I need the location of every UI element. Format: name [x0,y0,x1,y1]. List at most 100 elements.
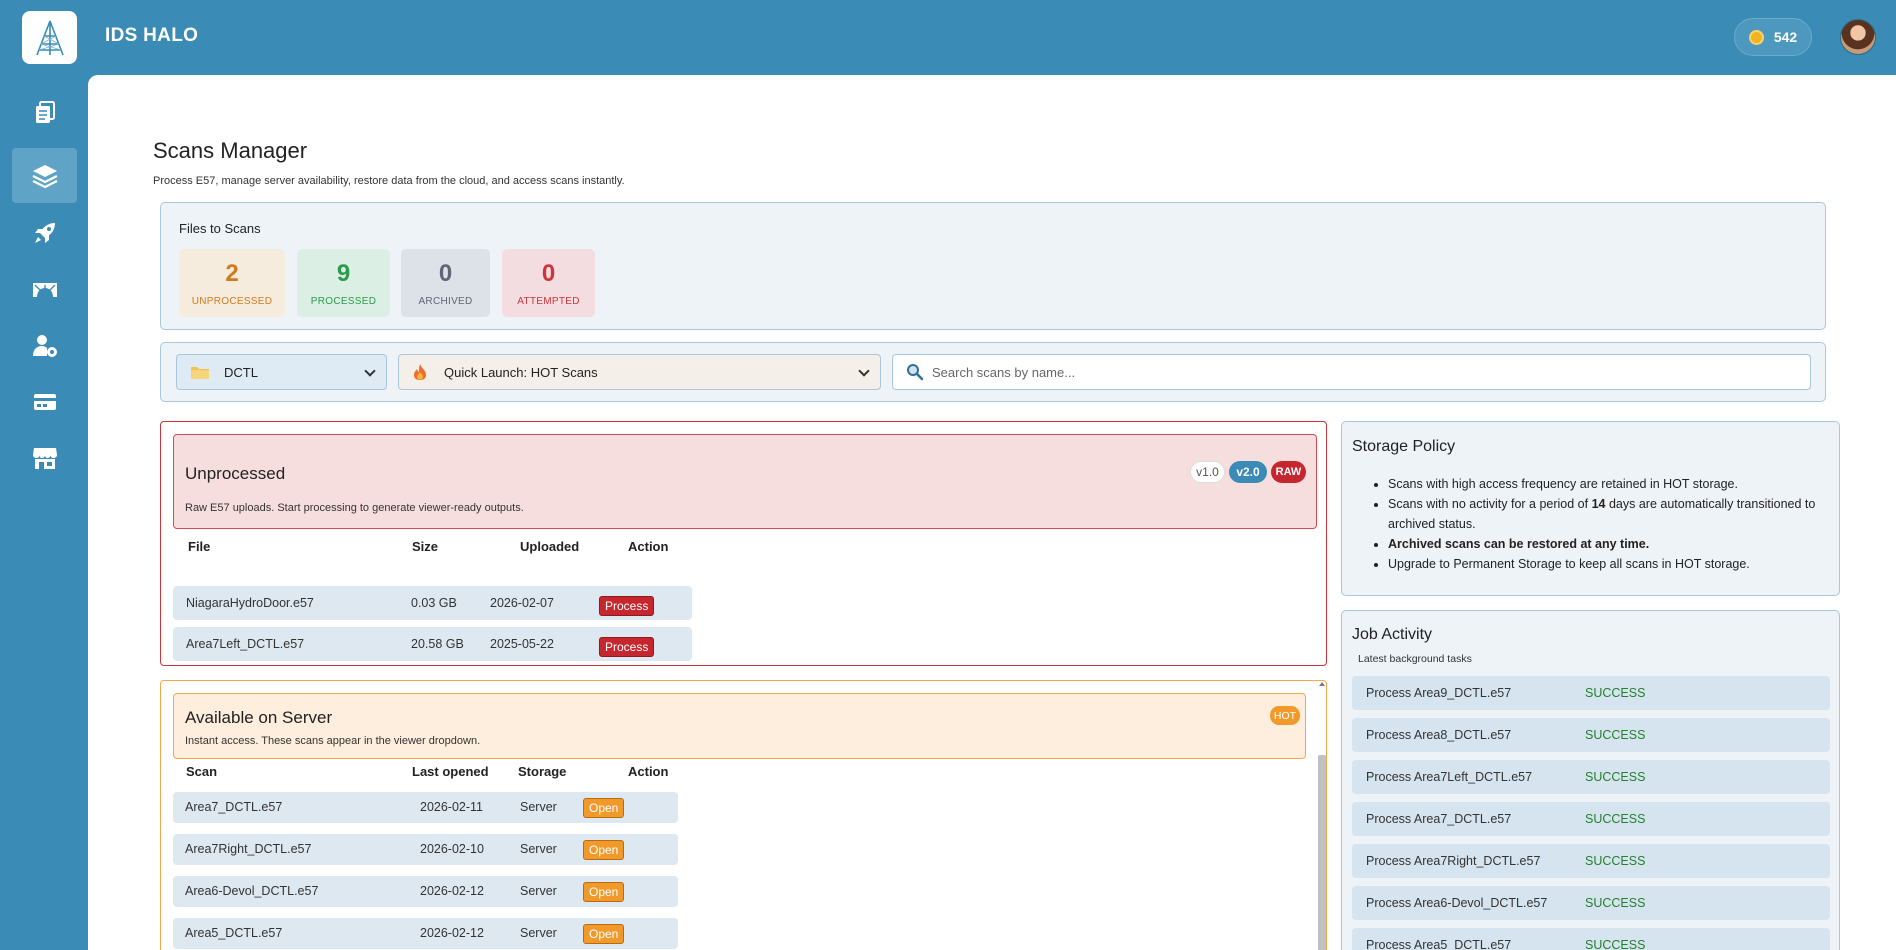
scan-name: Area6-Devol_DCTL.e57 [185,884,319,898]
bridge-icon [32,282,57,297]
job-name: Process Area5_DCTL.e57 [1366,938,1512,950]
unprocessed-header: Unprocessed Raw E57 uploads. Start proce… [173,434,1317,529]
column-header-scan: Scan [186,764,218,779]
policy-item: Scans with high access frequency are ret… [1388,474,1828,494]
job-name: Process Area8_DCTL.e57 [1366,728,1512,742]
stat-label: ARCHIVED [418,295,473,307]
scan-storage: Server [520,884,557,898]
filter-bar: DCTL Quick Launch: HOT Scans [160,342,1826,402]
documents-icon [35,100,55,123]
job-status: SUCCESS [1585,686,1646,700]
job-row: Process Area6-Devol_DCTL.e57 SUCCESS [1352,886,1830,920]
open-button[interactable]: Open [583,840,625,860]
job-row: Process Area8_DCTL.e57 SUCCESS [1352,718,1830,752]
rocket-icon [34,222,55,243]
storage-policy-title: Storage Policy [1352,438,1456,455]
chevron-down-icon [858,365,870,377]
chevron-down-icon [364,365,376,377]
user-settings-icon [32,334,57,357]
stat-label: UNPROCESSED [191,295,273,307]
job-status: SUCCESS [1585,812,1646,826]
column-header-action: Action [628,764,669,779]
stat-value: 2 [225,259,239,287]
stat-attempted[interactable]: 0 ATTEMPTED [502,249,595,317]
file-size: 20.58 GB [411,637,464,651]
job-row: Process Area7_DCTL.e57 SUCCESS [1352,802,1830,836]
stat-value: 0 [438,259,453,287]
scan-last-opened: 2026-02-12 [420,926,484,940]
table-row: NiagaraHydroDoor.e57 0.03 GB 2026-02-07 … [173,586,692,620]
unprocessed-section: Unprocessed Raw E57 uploads. Start proce… [160,421,1327,666]
sidebar-item-documents[interactable] [12,84,77,139]
table-row: Area7Right_DCTL.e57 2026-02-10 Server Op… [173,834,678,865]
job-name: Process Area7Right_DCTL.e57 [1366,854,1541,868]
search-input[interactable] [932,364,1792,380]
column-header-action: Action [628,539,669,554]
fire-icon [414,364,426,380]
policy-item: Archived scans can be restored at any ti… [1388,534,1828,554]
stat-archived[interactable]: 0 ARCHIVED [401,249,490,317]
job-row: Process Area9_DCTL.e57 SUCCESS [1352,676,1830,710]
job-name: Process Area6-Devol_DCTL.e57 [1366,896,1548,910]
job-activity-card: Job Activity Latest background tasks Pro… [1341,610,1840,950]
folder-select-value: DCTL [224,364,258,380]
available-header: Available on Server Instant access. Thes… [173,693,1306,759]
job-status: SUCCESS [1585,938,1646,950]
job-name: Process Area7Left_DCTL.e57 [1366,770,1533,784]
stat-label: PROCESSED [310,295,377,307]
column-header-size: Size [412,539,439,554]
top-bar: IDS HALO 542 [0,0,1896,75]
stat-processed[interactable]: 9 PROCESSED [297,249,390,317]
column-header-storage: Storage [518,764,567,779]
unprocessed-title: Unprocessed [185,464,286,483]
scroll-up-arrow-icon[interactable] [1319,682,1325,686]
scrollbar-thumb[interactable] [1318,755,1326,950]
version-badge-v2[interactable]: v2.0 [1229,461,1267,483]
sidebar-item-scans[interactable] [12,148,77,203]
open-button[interactable]: Open [583,798,625,818]
scan-name: Area5_DCTL.e57 [185,926,283,940]
file-uploaded: 2025-05-22 [490,637,554,651]
sidebar-item-launch[interactable] [12,205,77,260]
file-size: 0.03 GB [411,596,457,610]
job-activity-subtitle: Latest background tasks [1358,653,1472,665]
process-button[interactable]: Process [599,637,655,657]
job-row: Process Area7Left_DCTL.e57 SUCCESS [1352,760,1830,794]
scan-last-opened: 2026-02-11 [420,800,484,814]
job-name: Process Area7_DCTL.e57 [1366,812,1512,826]
version-badge-v1[interactable]: v1.0 [1190,461,1225,483]
user-avatar[interactable] [1840,19,1876,55]
table-row: Area7Left_DCTL.e57 20.58 GB 2025-05-22 P… [173,627,692,661]
credits-pill[interactable]: 542 [1734,18,1812,56]
sidebar-item-users[interactable] [12,318,77,373]
file-uploaded: 2026-02-07 [490,596,554,610]
job-row: Process Area5_DCTL.e57 SUCCESS [1352,928,1830,950]
layers-icon [32,164,57,188]
storage-policy-card: Storage Policy Scans with high access fr… [1341,421,1840,596]
store-icon [32,447,57,469]
open-button[interactable]: Open [583,882,625,902]
open-button[interactable]: Open [583,924,625,944]
credits-count: 542 [1773,29,1798,45]
hot-badge: HOT [1270,706,1300,725]
app-logo[interactable] [22,11,77,64]
job-row: Process Area7Right_DCTL.e57 SUCCESS [1352,844,1830,878]
sidebar-item-sites[interactable] [12,261,77,316]
table-row: Area7_DCTL.e57 2026-02-11 Server Open [173,792,678,823]
scan-storage: Server [520,842,557,856]
process-button[interactable]: Process [599,596,655,616]
sidebar-item-store[interactable] [12,430,77,485]
available-subtitle: Instant access. These scans appear in th… [185,735,481,747]
policy-item: Upgrade to Permanent Storage to keep all… [1388,554,1828,574]
stat-unprocessed[interactable]: 2 UNPROCESSED [179,249,285,317]
quick-launch-select[interactable]: Quick Launch: HOT Scans [398,354,881,390]
main-content: Scans Manager Process E57, manage server… [88,75,1896,950]
sidebar-item-billing[interactable] [12,374,77,429]
stat-value: 9 [336,259,351,287]
raw-badge: RAW [1271,461,1306,483]
storage-policy-list: Scans with high access frequency are ret… [1388,474,1828,574]
folder-select[interactable]: DCTL [176,354,387,390]
column-header-file: File [188,539,211,554]
scan-last-opened: 2026-02-12 [420,884,484,898]
file-name: Area7Left_DCTL.e57 [186,637,305,651]
